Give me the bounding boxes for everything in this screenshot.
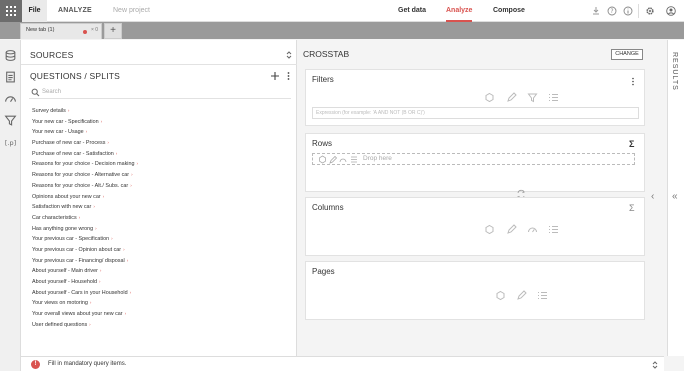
list-item[interactable]: Your overall views about your new car › bbox=[32, 309, 282, 320]
filter-expression-input[interactable]: Expression (for example: 'A AND NOT (B O… bbox=[312, 107, 639, 119]
user-avatar-icon[interactable] bbox=[666, 6, 676, 16]
double-chevron-left-icon[interactable]: « bbox=[672, 191, 678, 202]
list-icon[interactable] bbox=[548, 224, 559, 235]
nav-compose[interactable]: Compose bbox=[493, 0, 525, 22]
sources-title[interactable]: SOURCES bbox=[30, 50, 73, 60]
error-icon: ! bbox=[31, 360, 40, 369]
columns-title: Columns bbox=[312, 203, 344, 212]
list-item[interactable]: Your previous car - Opinion about car › bbox=[32, 245, 282, 256]
svg-text:[.p]: [.p] bbox=[5, 139, 16, 147]
cube-icon[interactable] bbox=[495, 290, 506, 301]
list-item[interactable]: Your previous car - Specification › bbox=[32, 234, 282, 245]
filter-icon[interactable] bbox=[4, 114, 17, 127]
list-item[interactable]: Your views on motoring › bbox=[32, 298, 282, 309]
file-menu[interactable]: File bbox=[22, 0, 47, 22]
add-icon[interactable] bbox=[270, 71, 280, 81]
question-list: Survey details › Your new car - Specifica… bbox=[32, 106, 282, 330]
download-icon[interactable] bbox=[591, 6, 601, 16]
status-message: Fill in mandatory query items. bbox=[48, 361, 127, 367]
list-item[interactable]: Reasons for your choice - Alternative ca… bbox=[32, 170, 282, 181]
sigma-icon[interactable]: Σ bbox=[629, 139, 634, 149]
list-icon[interactable] bbox=[537, 290, 548, 301]
list-item[interactable]: About yourself - Cars in your Household › bbox=[32, 288, 282, 299]
filters-card: Filters Expression (for example: 'A AND … bbox=[305, 69, 645, 126]
analyze-menu[interactable]: ANALYZE bbox=[58, 0, 92, 22]
list-item[interactable]: Your new car - Usage › bbox=[32, 127, 282, 138]
tab-new-tab[interactable]: New tab (1) × 0 bbox=[20, 23, 102, 39]
pages-card: Pages bbox=[305, 261, 645, 320]
divider bbox=[21, 64, 297, 65]
rows-drop-zone[interactable]: Drop here bbox=[312, 153, 635, 165]
unsaved-dot-icon bbox=[83, 30, 87, 34]
list-item[interactable]: Reasons for your choice - Decision makin… bbox=[32, 159, 282, 170]
variable-icon[interactable]: [.p] bbox=[4, 136, 17, 149]
help-icon[interactable]: ? bbox=[607, 6, 617, 16]
list-item[interactable]: Your new car - Specification › bbox=[32, 117, 282, 128]
pages-title: Pages bbox=[312, 267, 335, 276]
divider bbox=[638, 4, 639, 18]
list-item[interactable]: Purchase of new car - Satisfaction › bbox=[32, 149, 282, 160]
database-icon[interactable] bbox=[4, 49, 17, 62]
gauge-icon[interactable] bbox=[527, 224, 538, 235]
top-bar: File ANALYZE New project Get data Analyz… bbox=[0, 0, 684, 22]
nav-analyze[interactable]: Analyze bbox=[446, 0, 473, 22]
tab-label: New tab (1) bbox=[26, 27, 55, 33]
chevron-left-icon[interactable]: ‹ bbox=[651, 191, 654, 202]
list-item[interactable]: Opinions about your new car › bbox=[32, 192, 282, 203]
list-item[interactable]: User defined questions › bbox=[32, 320, 282, 331]
status-bar: ! Fill in mandatory query items. bbox=[21, 356, 664, 371]
questions-title: QUESTIONS / SPLITS bbox=[30, 71, 121, 81]
cube-icon[interactable] bbox=[484, 224, 495, 235]
list-item[interactable]: Reasons for your choice - Alt./ Subs. ca… bbox=[32, 181, 282, 192]
left-icon-rail bbox=[0, 40, 21, 371]
tab-close-icon[interactable]: × 0 bbox=[91, 27, 98, 33]
pencil-icon[interactable] bbox=[506, 224, 517, 235]
list-item[interactable]: Satisfaction with new car › bbox=[32, 202, 282, 213]
pencil-icon[interactable] bbox=[516, 290, 527, 301]
list-item[interactable]: About yourself - Household › bbox=[32, 277, 282, 288]
tab-bar bbox=[0, 22, 684, 39]
rows-title: Rows bbox=[312, 139, 333, 148]
filters-title: Filters bbox=[312, 75, 334, 84]
project-name[interactable]: New project bbox=[113, 0, 150, 22]
gauge-icon[interactable] bbox=[4, 93, 17, 106]
nav-get-data[interactable]: Get data bbox=[398, 0, 426, 22]
search-icon bbox=[31, 88, 40, 97]
list-icon[interactable] bbox=[548, 92, 559, 103]
list-item[interactable]: Has anything gone wrong › bbox=[32, 224, 282, 235]
list-item[interactable]: Car characteristics › bbox=[32, 213, 282, 224]
gear-icon[interactable] bbox=[645, 6, 655, 16]
svg-text:?: ? bbox=[610, 8, 613, 15]
columns-card: Columns Σ bbox=[305, 197, 645, 256]
list-item[interactable]: About yourself - Main driver › bbox=[32, 266, 282, 277]
crosstab-title: CROSSTAB bbox=[303, 49, 350, 59]
search-input[interactable]: Search bbox=[42, 89, 61, 95]
search-underline bbox=[29, 98, 291, 99]
list-item[interactable]: Purchase of new car - Process › bbox=[32, 138, 282, 149]
app-grid-icon[interactable] bbox=[0, 0, 22, 22]
rows-card: Rows Σ Drop here bbox=[305, 133, 645, 192]
list-item[interactable]: Your previous car - Financing/ disposal › bbox=[32, 256, 282, 267]
filter-icon[interactable] bbox=[527, 92, 538, 103]
sigma-icon[interactable]: Σ bbox=[629, 203, 635, 213]
drop-here-label: Drop here bbox=[363, 155, 392, 162]
change-button[interactable]: CHANGE bbox=[611, 49, 643, 60]
clipboard-icon[interactable] bbox=[4, 70, 17, 83]
more-menu-icon[interactable] bbox=[631, 77, 635, 86]
toolbar-icons bbox=[319, 155, 357, 164]
info-icon[interactable] bbox=[623, 6, 633, 16]
results-label[interactable]: RESULTS bbox=[671, 52, 678, 91]
pencil-icon[interactable] bbox=[506, 92, 517, 103]
add-tab-button[interactable]: + bbox=[104, 23, 122, 39]
list-item[interactable]: Survey details › bbox=[32, 106, 282, 117]
more-menu-icon[interactable] bbox=[286, 71, 291, 81]
expand-collapse-icon[interactable] bbox=[285, 50, 293, 60]
cube-icon[interactable] bbox=[484, 92, 495, 103]
expand-collapse-icon[interactable] bbox=[651, 360, 659, 370]
